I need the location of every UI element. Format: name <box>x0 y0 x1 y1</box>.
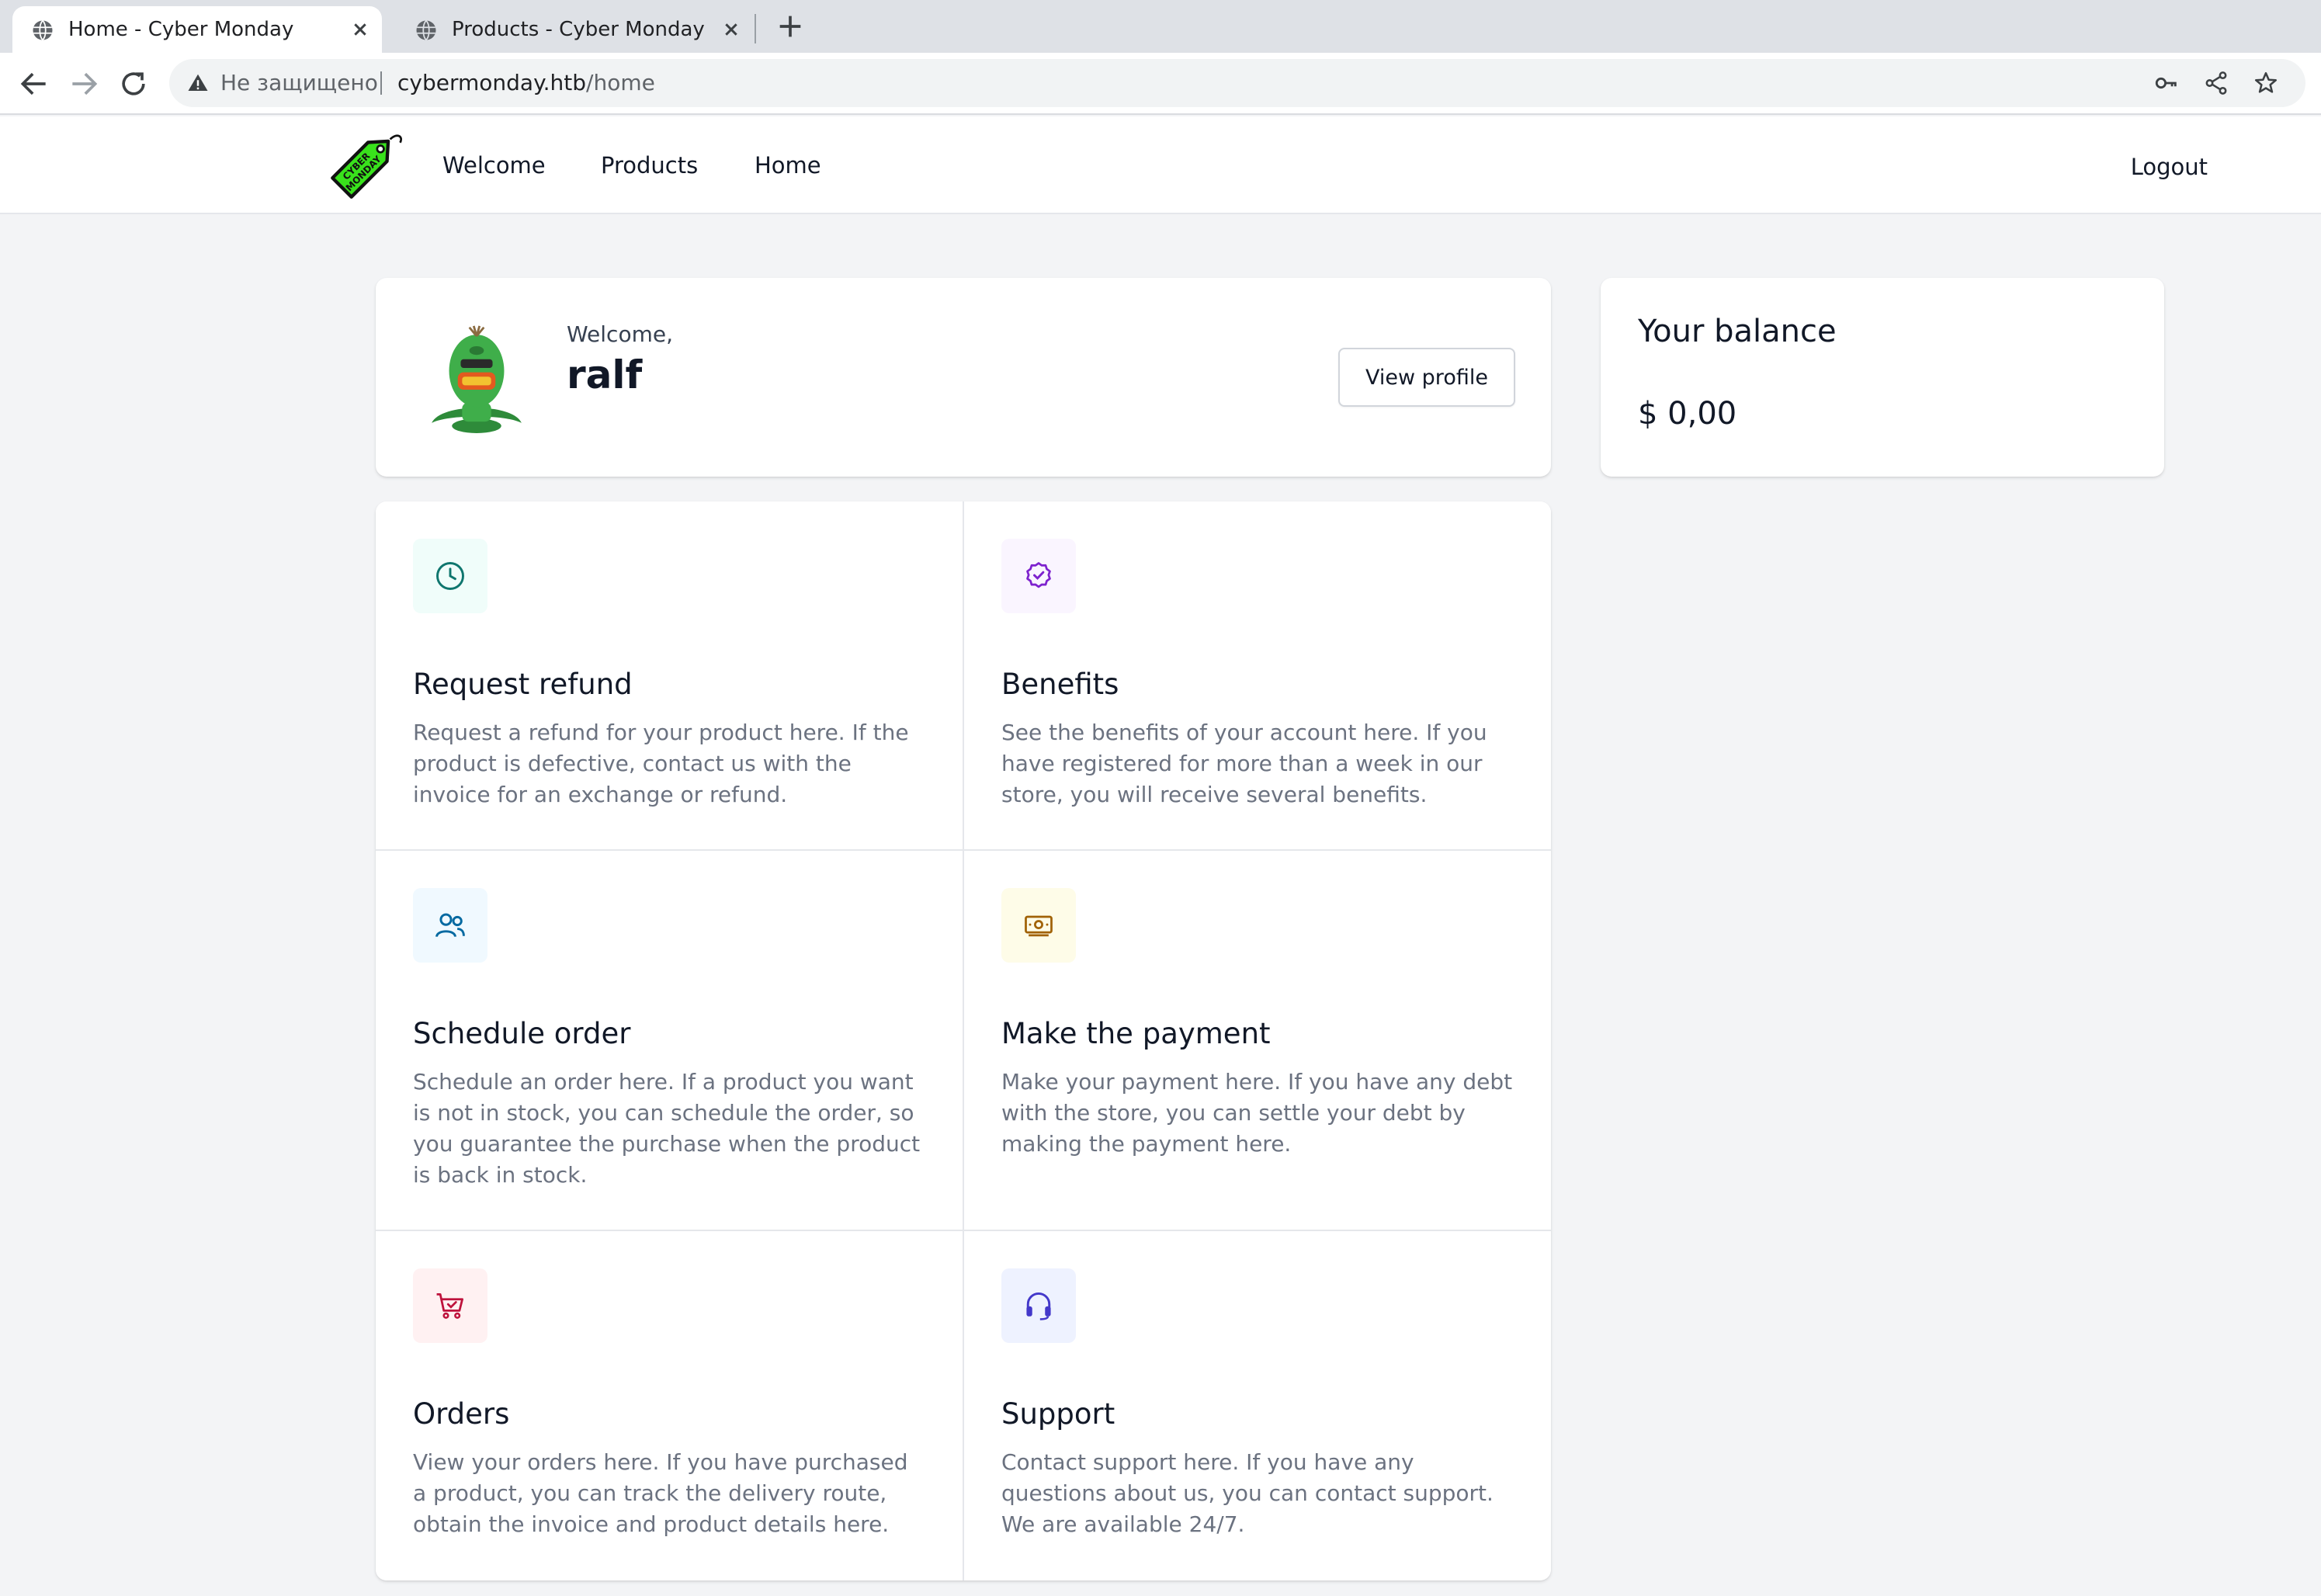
avatar <box>432 325 522 433</box>
warning-icon[interactable] <box>186 71 210 95</box>
action-description: Schedule an order here. If a product you… <box>413 1069 921 1188</box>
grid-divider-horizontal <box>376 1230 1551 1231</box>
action-title: Support <box>1001 1397 1115 1431</box>
icon-box <box>1001 539 1076 613</box>
welcome-card: Welcome, ralf View profile <box>376 278 1551 477</box>
share-icon[interactable] <box>2203 70 2229 96</box>
actions-grid: Request refund Request a refund for your… <box>376 501 1551 1580</box>
balance-value: $ 0,00 <box>1638 396 1737 432</box>
tab-title: Products - Cyber Monday <box>452 18 705 41</box>
icon-box <box>413 1268 487 1343</box>
action-support[interactable]: Support Contact support here. If you hav… <box>964 1231 1551 1580</box>
cyber-monday-logo[interactable]: CYBER MONDAY <box>321 124 405 208</box>
address-bar[interactable]: Не защищено cybermonday.htb/home <box>169 59 2305 107</box>
grid-divider-vertical <box>963 501 964 1580</box>
action-orders[interactable]: Orders View your orders here. If you hav… <box>376 1231 963 1580</box>
action-request-refund[interactable]: Request refund Request a refund for your… <box>376 501 963 849</box>
users-icon <box>435 913 465 938</box>
cash-icon <box>1025 915 1053 937</box>
shopping-cart-icon <box>436 1292 463 1319</box>
globe-icon <box>416 19 436 41</box>
nav-welcome[interactable]: Welcome <box>442 116 546 214</box>
badge-check-icon <box>1026 562 1051 588</box>
url-path: /home <box>586 70 655 95</box>
browser-tabstrip: Home - Cyber Monday Products - Cyber Mon… <box>0 0 2321 53</box>
clock-icon <box>436 562 464 590</box>
globe-icon <box>33 19 53 41</box>
site-header: CYBER MONDAY Welcome Products Home Logou… <box>0 116 2321 214</box>
tab-title: Home - Cyber Monday <box>68 18 294 41</box>
omnibox-divider <box>380 71 382 95</box>
username: ralf <box>567 352 643 397</box>
action-description: Request a refund for your product here. … <box>413 720 909 807</box>
star-icon[interactable] <box>2253 70 2279 96</box>
back-arrow-icon[interactable] <box>17 67 51 101</box>
browser-toolbar: Не защищено cybermonday.htb/home <box>0 53 2321 115</box>
new-tab-icon[interactable] <box>775 11 806 42</box>
url-text[interactable]: cybermonday.htb/home <box>397 59 655 107</box>
icon-box <box>1001 888 1076 963</box>
security-label[interactable]: Не защищено <box>220 59 378 107</box>
action-schedule-order[interactable]: Schedule order Schedule an order here. I… <box>376 851 963 1230</box>
tab-home[interactable]: Home - Cyber Monday <box>12 6 382 53</box>
action-title: Request refund <box>413 668 633 701</box>
view-profile-button[interactable]: View profile <box>1338 348 1515 407</box>
action-description: View your orders here. If you have purch… <box>413 1449 908 1537</box>
key-icon[interactable] <box>2153 70 2180 96</box>
close-tab-icon[interactable] <box>719 17 744 42</box>
forward-arrow-icon[interactable] <box>67 67 101 101</box>
headset-icon <box>1026 1292 1051 1320</box>
nav-home[interactable]: Home <box>755 116 821 214</box>
action-title: Orders <box>413 1397 510 1431</box>
url-host: cybermonday.htb <box>397 70 587 95</box>
action-title: Benefits <box>1001 668 1119 701</box>
icon-box <box>413 888 487 963</box>
action-description: Make your payment here. If you have any … <box>1001 1069 1513 1157</box>
tab-separator <box>755 14 756 43</box>
icon-box <box>413 539 487 613</box>
icon-box <box>1001 1268 1076 1343</box>
action-description: Contact support here. If you have any qu… <box>1001 1449 1494 1537</box>
action-benefits[interactable]: Benefits See the benefits of your accoun… <box>964 501 1551 849</box>
tab-products[interactable]: Products - Cyber Monday <box>396 6 753 53</box>
grid-divider-horizontal <box>376 849 1551 851</box>
action-make-payment[interactable]: Make the payment Make your payment here.… <box>964 851 1551 1230</box>
action-description: See the benefits of your account here. I… <box>1001 720 1487 807</box>
action-title: Make the payment <box>1001 1017 1271 1050</box>
action-title: Schedule order <box>413 1017 631 1050</box>
welcome-greeting: Welcome, <box>567 321 673 347</box>
logout-link[interactable]: Logout <box>2131 116 2208 217</box>
balance-card: Your balance $ 0,00 <box>1601 278 2164 477</box>
balance-title: Your balance <box>1638 314 1837 349</box>
nav-products[interactable]: Products <box>601 116 698 214</box>
close-tab-icon[interactable] <box>348 17 373 42</box>
reload-icon[interactable] <box>116 67 151 101</box>
